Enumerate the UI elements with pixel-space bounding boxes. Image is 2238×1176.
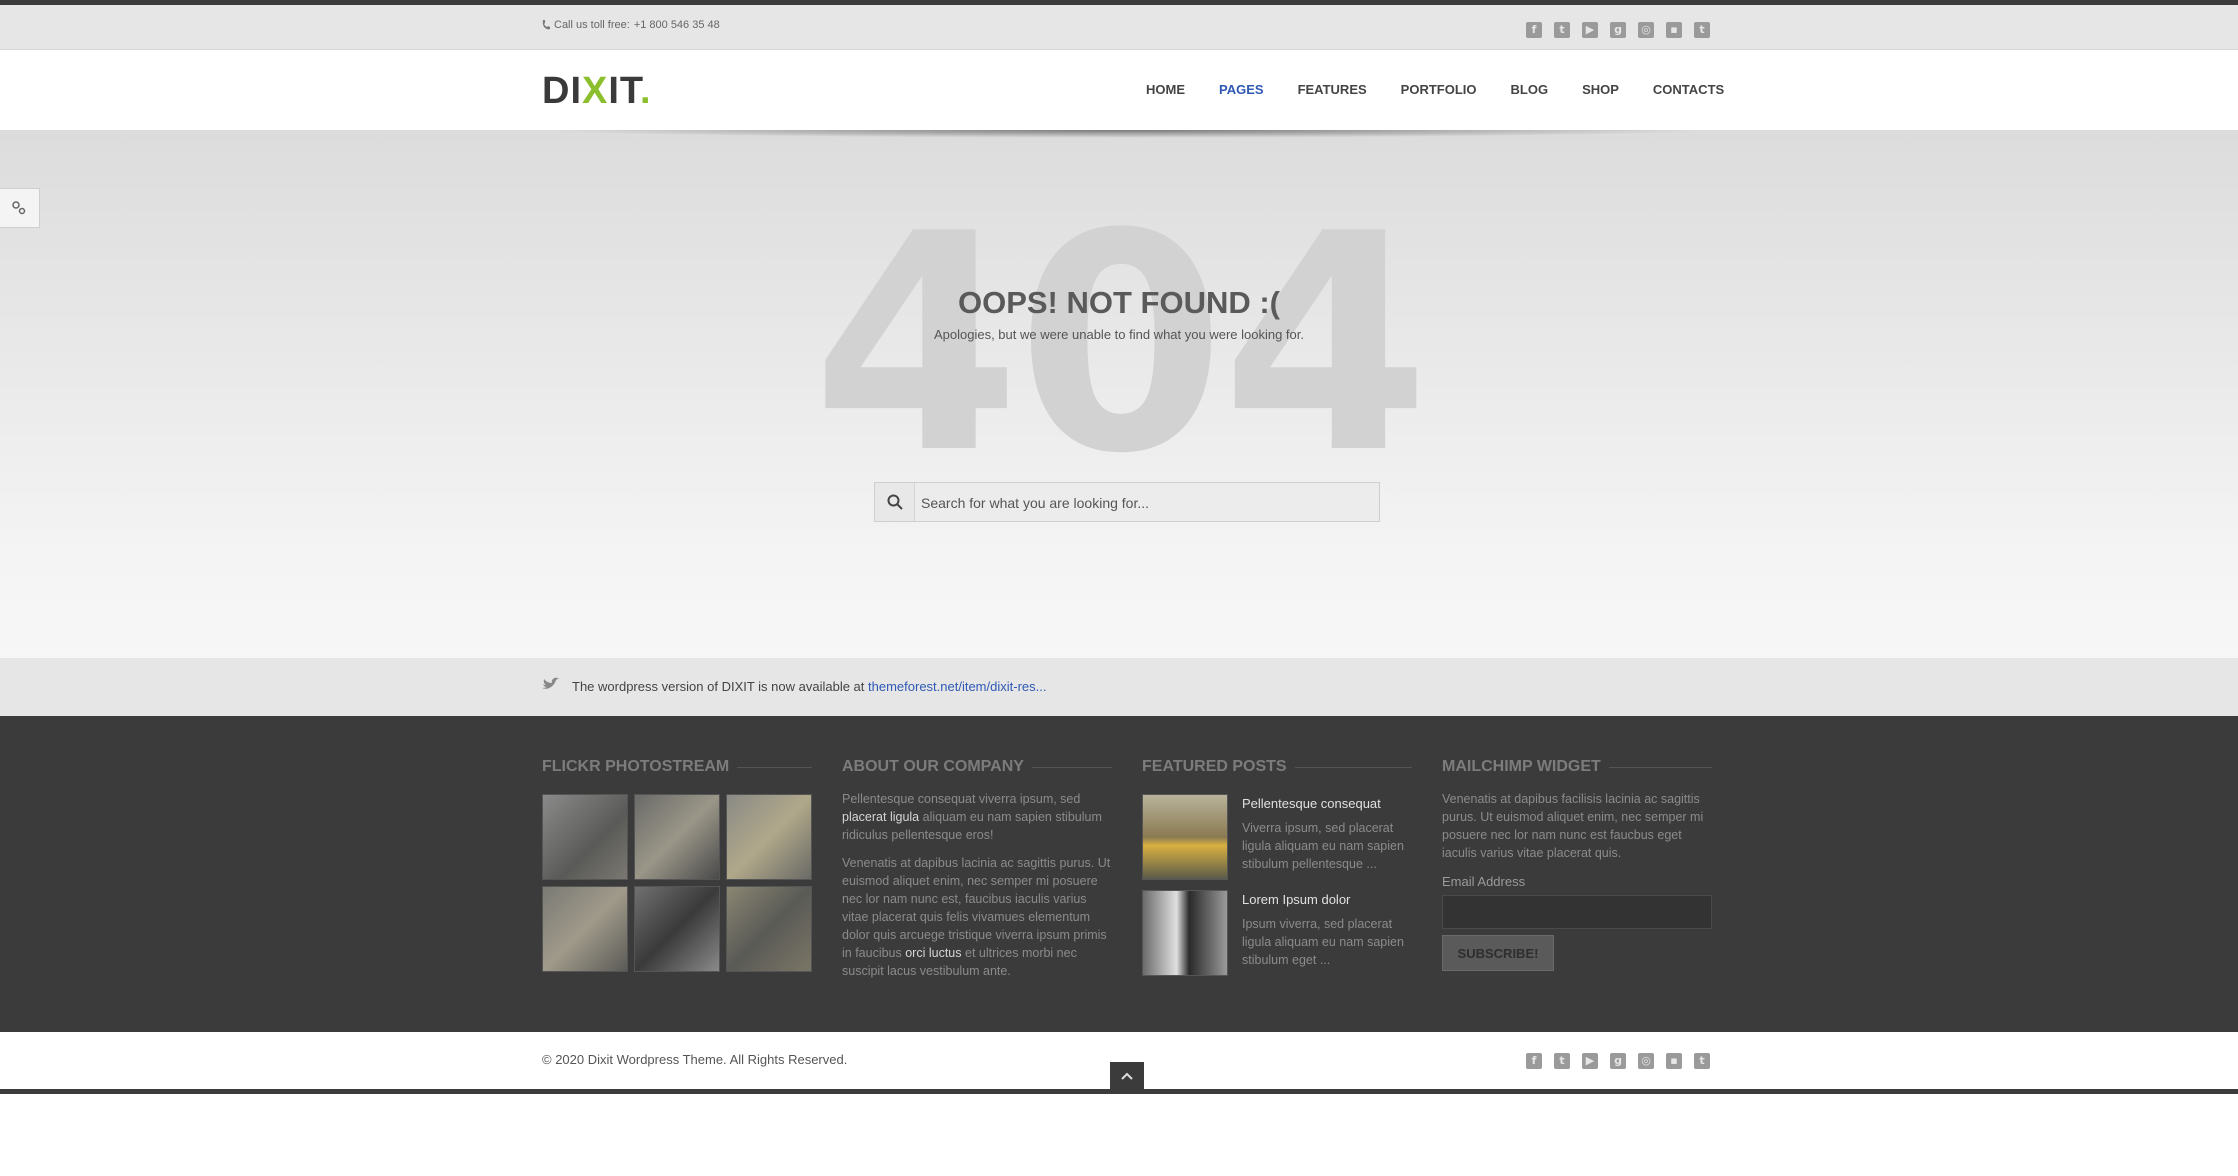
footer: FLICKR PHOTOSTREAM ABOUT OUR COMPANY Pel…	[0, 716, 2238, 1032]
post-thumbnail[interactable]	[1142, 890, 1228, 976]
youtube-icon[interactable]: ▶	[1582, 1053, 1598, 1069]
nav-pages[interactable]: PAGES	[1219, 82, 1264, 97]
nav-shop[interactable]: SHOP	[1582, 82, 1619, 97]
nav-features[interactable]: FEATURES	[1298, 82, 1367, 97]
main-nav: HOME PAGES FEATURES PORTFOLIO BLOG SHOP …	[1146, 82, 1724, 97]
tweet-link[interactable]: themeforest.net/item/dixit-res	[868, 679, 1036, 694]
facebook-icon[interactable]: f	[1526, 1053, 1542, 1069]
tweet-text: The wordpress version of DIXIT is now av…	[572, 679, 1046, 694]
email-label: Email Address	[1442, 874, 1526, 889]
post-content: Pellentesque consequat Viverra ipsum, se…	[1242, 794, 1412, 880]
flickr-widget: FLICKR PHOTOSTREAM	[542, 758, 812, 972]
search-icon	[887, 494, 903, 510]
dribbble-icon[interactable]: ◎	[1638, 22, 1654, 38]
flickr-photo[interactable]	[542, 794, 628, 880]
post-content: Lorem Ipsum dolor Ipsum viverra, sed pla…	[1242, 890, 1412, 976]
youtube-icon[interactable]: ▶	[1582, 22, 1598, 38]
flickr-photo[interactable]	[634, 886, 720, 972]
flickr-icon[interactable]: ▪	[1666, 1053, 1682, 1069]
post-thumbnail[interactable]	[1142, 794, 1228, 880]
chevron-up-icon	[1121, 1072, 1133, 1080]
about-p2-b: orci luctus	[905, 946, 962, 960]
about-p1-b: placerat ligula	[842, 810, 920, 824]
google-plus-icon[interactable]: g	[1610, 22, 1626, 38]
phone-icon	[542, 20, 550, 30]
post-excerpt: Viverra ipsum, sed placerat ligula aliqu…	[1242, 821, 1404, 871]
featured-posts-widget: FEATURED POSTS Pellentesque consequat Vi…	[1142, 758, 1412, 976]
search-input[interactable]	[919, 489, 1373, 517]
logo-text-i: I	[570, 70, 583, 112]
error-subtitle: Apologies, but we were unable to find wh…	[933, 327, 1304, 342]
twitter-icon[interactable]: t	[1554, 22, 1570, 38]
tumblr-icon[interactable]: t	[1694, 1053, 1710, 1069]
site-header: DIXIT. HOME PAGES FEATURES PORTFOLIO BLO…	[0, 50, 2238, 130]
about-paragraph-2: Venenatis at dapibus lacinia ac sagittis…	[842, 854, 1112, 980]
phone-info: Call us toll free: +1 800 546 35 48	[542, 19, 720, 31]
flickr-photo[interactable]	[726, 794, 812, 880]
flickr-photo[interactable]	[542, 886, 628, 972]
logo[interactable]: DIXIT.	[542, 70, 652, 113]
about-paragraph-1: Pellentesque consequat viverra ipsum, se…	[842, 790, 1112, 844]
email-field[interactable]	[1442, 895, 1712, 929]
flickr-grid	[542, 794, 812, 972]
twitter-bird-icon	[542, 677, 559, 689]
about-p2-a: Venenatis at dapibus lacinia ac sagittis…	[842, 856, 1111, 960]
logo-text-d: D	[542, 70, 571, 112]
subscribe-button[interactable]: SUBSCRIBE!	[1442, 935, 1554, 971]
tweet-body: The wordpress version of DIXIT is now av…	[572, 679, 869, 694]
twitter-icon[interactable]: t	[1554, 1053, 1570, 1069]
flickr-icon[interactable]: ▪	[1666, 22, 1682, 38]
nav-home[interactable]: HOME	[1146, 82, 1185, 97]
phone-number: +1 800 546 35 48	[633, 19, 720, 31]
flickr-photo[interactable]	[726, 886, 812, 972]
mailchimp-widget: MAILCHIMP WIDGET Venenatis at dapibus fa…	[1442, 758, 1712, 971]
nav-portfolio[interactable]: PORTFOLIO	[1401, 82, 1477, 97]
header-shadow	[542, 130, 1712, 138]
tumblr-icon[interactable]: t	[1694, 22, 1710, 38]
flickr-title: FLICKR PHOTOSTREAM	[542, 758, 812, 776]
post-title[interactable]: Pellentesque consequat	[1242, 796, 1412, 811]
back-to-top-button[interactable]	[1110, 1062, 1144, 1092]
featured-post[interactable]: Lorem Ipsum dolor Ipsum viverra, sed pla…	[1142, 890, 1412, 976]
top-bar: Call us toll free: +1 800 546 35 48 f t …	[0, 0, 2238, 50]
top-social-icons: f t ▶ g ◎ ▪ t	[1526, 22, 1710, 38]
mailchimp-title: MAILCHIMP WIDGET	[1442, 758, 1712, 776]
search-button[interactable]	[875, 483, 915, 521]
error-code: 404	[811, 170, 1430, 519]
nav-blog[interactable]: BLOG	[1511, 82, 1549, 97]
tweet-ellipsis[interactable]: ...	[1036, 679, 1047, 694]
tweet-bar: The wordpress version of DIXIT is now av…	[0, 658, 2238, 716]
dribbble-icon[interactable]: ◎	[1638, 1053, 1654, 1069]
mailchimp-text: Venenatis at dapibus facilisis lacinia a…	[1442, 792, 1704, 860]
featured-post[interactable]: Pellentesque consequat Viverra ipsum, se…	[1142, 794, 1412, 880]
flickr-photo[interactable]	[634, 794, 720, 880]
post-excerpt: Ipsum viverra, sed placerat ligula aliqu…	[1242, 917, 1404, 967]
featured-title: FEATURED POSTS	[1142, 758, 1412, 776]
about-widget: ABOUT OUR COMPANY Pellentesque consequat…	[842, 758, 1112, 980]
post-title[interactable]: Lorem Ipsum dolor	[1242, 892, 1412, 907]
about-p1-a: Pellentesque consequat viverra ipsum, se…	[842, 792, 1081, 806]
logo-text-it: IT	[608, 70, 640, 112]
phone-label: Call us toll free:	[554, 19, 630, 31]
facebook-icon[interactable]: f	[1526, 22, 1542, 38]
bottom-social-icons: f t ▶ g ◎ ▪ t	[1526, 1053, 1710, 1069]
logo-x: X	[582, 70, 609, 112]
nav-contacts[interactable]: CONTACTS	[1653, 82, 1724, 97]
google-plus-icon[interactable]: g	[1610, 1053, 1626, 1069]
logo-dot: .	[639, 70, 652, 112]
about-title: ABOUT OUR COMPANY	[842, 758, 1112, 776]
copyright: © 2020 Dixit Wordpress Theme. All Rights…	[542, 1052, 848, 1067]
search-box	[874, 482, 1380, 522]
error-title: OOPS! NOT FOUND :(	[957, 285, 1281, 320]
